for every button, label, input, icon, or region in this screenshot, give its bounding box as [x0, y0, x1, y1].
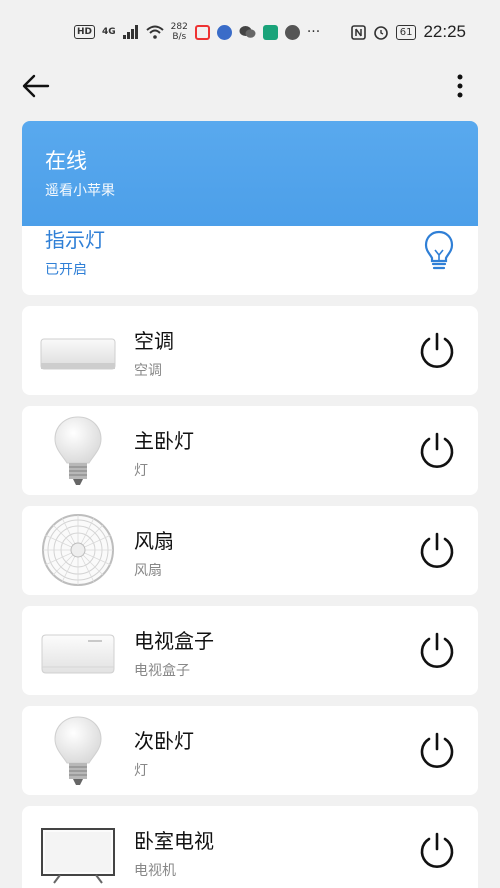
- music-notification-icon: [216, 24, 232, 40]
- device-card-air-conditioner[interactable]: 空调 空调: [22, 306, 478, 395]
- device-name: 主卧灯: [134, 429, 194, 453]
- indicator-title: 指示灯: [45, 228, 105, 252]
- device-name: 次卧灯: [134, 729, 194, 753]
- air-conditioner-icon: [40, 338, 116, 370]
- device-type: 灯: [134, 763, 148, 779]
- online-status-title: 在线: [45, 149, 87, 173]
- app-notification-red-icon: [194, 24, 210, 40]
- device-name: 卧室电视: [134, 829, 214, 853]
- light-bulb-icon[interactable]: [424, 230, 454, 272]
- device-card-tv-box[interactable]: 电视盒子 电视盒子: [22, 606, 478, 695]
- device-card-bedroom-tv[interactable]: 卧室电视 电视机: [22, 806, 478, 888]
- device-name: 空调: [134, 329, 174, 353]
- device-type: 灯: [134, 463, 148, 479]
- signal-icon: [122, 25, 138, 39]
- clock: 22:25: [423, 22, 466, 41]
- indicator-status: 已开启: [45, 262, 87, 278]
- app-notification-shield-icon: [284, 24, 300, 40]
- device-type: 电视盒子: [134, 663, 190, 679]
- hd-badge: HD: [74, 25, 96, 39]
- television-icon: [41, 828, 115, 884]
- device-card-second-bedroom-light[interactable]: 次卧灯 灯: [22, 706, 478, 795]
- remote-name: 遥看小苹果: [45, 183, 115, 199]
- battery-indicator: 61: [395, 24, 417, 40]
- tv-box-icon: [41, 634, 115, 674]
- power-icon[interactable]: [418, 731, 456, 769]
- alarm-icon: [373, 26, 388, 40]
- network-speed: 282 B/s: [170, 22, 188, 42]
- power-icon[interactable]: [418, 431, 456, 469]
- more-notifications: ···: [306, 24, 321, 40]
- device-name: 风扇: [134, 529, 174, 553]
- app-notification-green-icon: [262, 24, 278, 40]
- back-arrow-icon[interactable]: [20, 70, 52, 102]
- app-bar: [0, 64, 500, 108]
- wifi-icon: [146, 25, 164, 39]
- nfc-icon: [350, 24, 366, 40]
- light-bulb-icon: [54, 416, 102, 485]
- fan-icon: [42, 514, 114, 586]
- wechat-icon: [239, 26, 256, 38]
- device-type: 风扇: [134, 563, 162, 579]
- status-left: HD 4G 282 B/s ···: [74, 22, 320, 42]
- device-type: 空调: [134, 363, 162, 379]
- device-card-fan[interactable]: 风扇 风扇: [22, 506, 478, 595]
- power-icon[interactable]: [418, 531, 456, 569]
- online-status-card: 在线 遥看小苹果: [22, 121, 478, 226]
- power-icon[interactable]: [418, 831, 456, 869]
- network-gen: 4G: [102, 27, 116, 37]
- light-bulb-icon: [54, 716, 102, 785]
- status-right: 61 22:25: [350, 22, 466, 42]
- device-type: 电视机: [134, 863, 176, 879]
- device-name: 电视盒子: [134, 629, 214, 653]
- status-bar: HD 4G 282 B/s ··· 61 22:25: [0, 0, 500, 64]
- more-options-icon[interactable]: [444, 70, 476, 102]
- power-icon[interactable]: [418, 331, 456, 369]
- power-icon[interactable]: [418, 631, 456, 669]
- device-card-master-bedroom-light[interactable]: 主卧灯 灯: [22, 406, 478, 495]
